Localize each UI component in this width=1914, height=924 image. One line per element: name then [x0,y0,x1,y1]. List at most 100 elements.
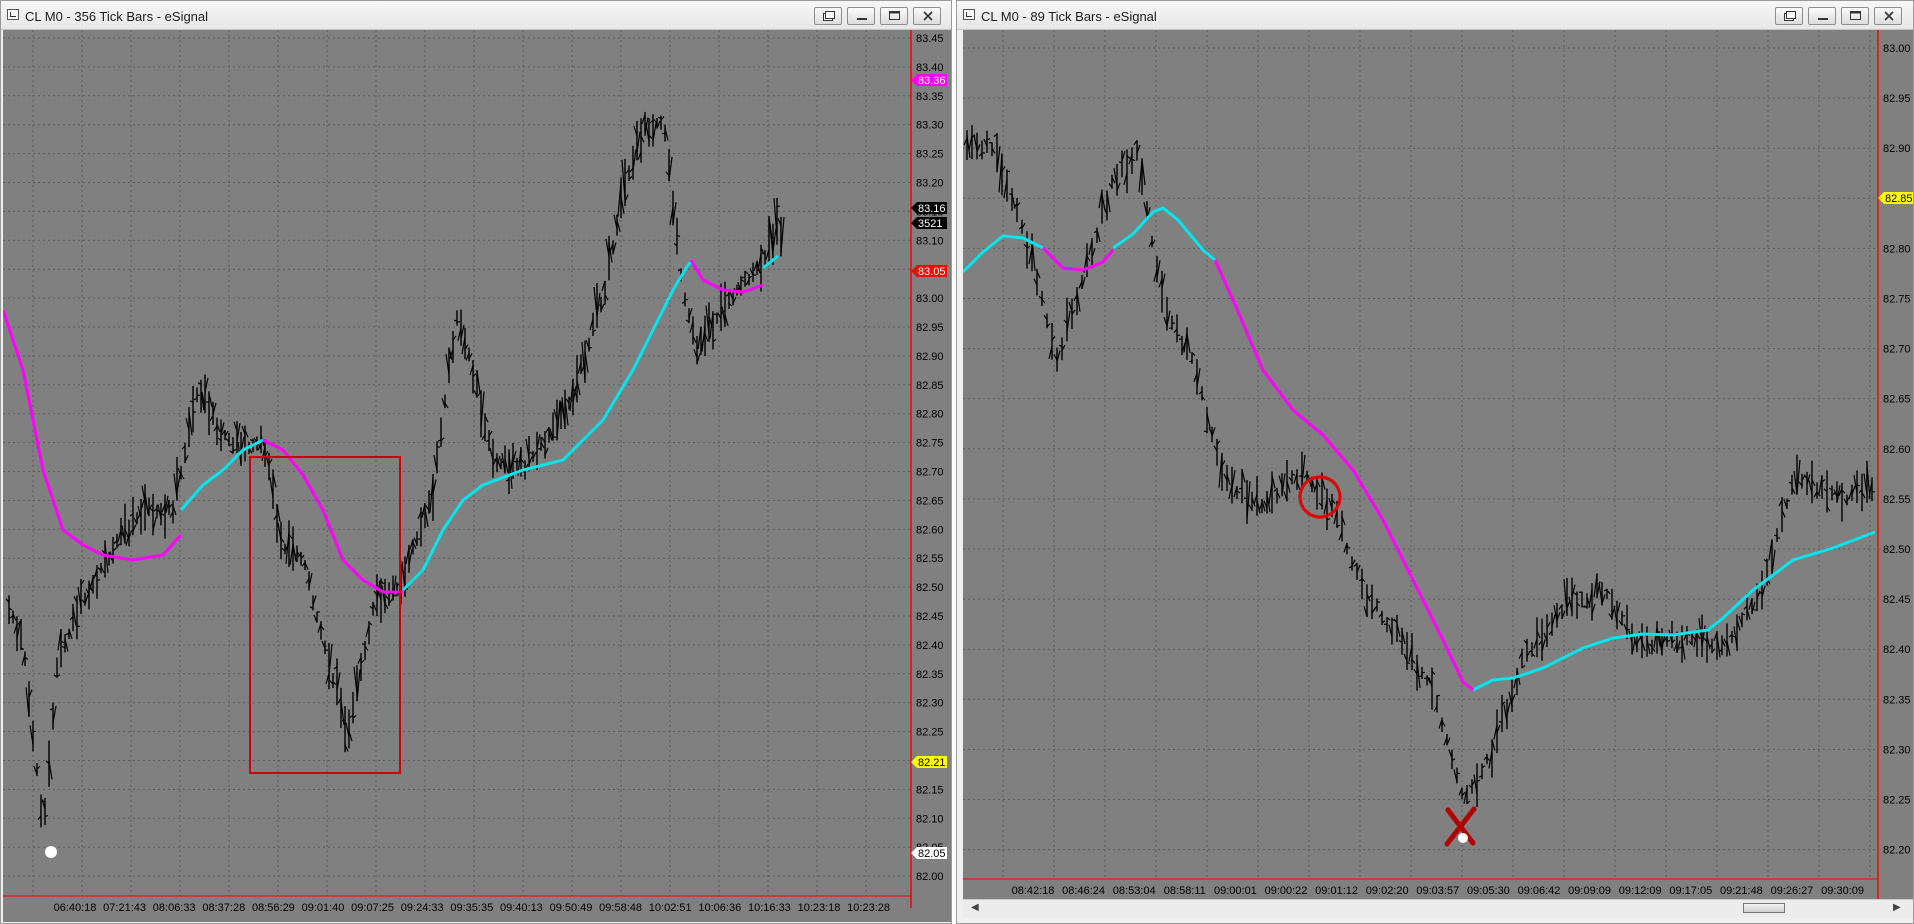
time-tick-label: 06:40:18 [54,902,97,914]
time-tick-label: 09:01:40 [302,902,345,914]
minimize-icon[interactable] [1808,7,1836,25]
time-tick-label: 08:58:11 [1164,885,1206,897]
right-titlebar[interactable]: CL M0 - 89 Tick Bars - eSignal [957,1,1913,30]
price-tick-label: 82.55 [916,553,944,565]
svg-text:82.21: 82.21 [918,757,946,769]
price-tick-label: 82.45 [1883,594,1911,606]
time-tick-label: 09:21:48 [1720,885,1763,897]
time-tick-label: 08:42:18 [1012,885,1055,897]
price-tick-label: 82.50 [916,582,944,594]
price-tick-label: 82.55 [1883,494,1911,506]
time-tick-label: 08:37:28 [202,902,245,914]
svg-text:82.85: 82.85 [1885,193,1913,205]
price-tick-label: 82.60 [916,524,944,536]
price-flag: 82.05 [911,847,947,860]
svg-text:83.36: 83.36 [918,75,946,87]
price-tick-label: 82.30 [1883,744,1911,756]
price-tick-label: 83.35 [916,91,944,103]
price-tick-label: 82.25 [1883,795,1911,807]
left-chart-window: CL M0 - 356 Tick Bars - eSignal 83.45 83.… [0,0,952,924]
time-tick-label: 09:26:27 [1771,885,1814,897]
price-tick-label: 83.25 [916,149,944,161]
time-tick-label: 09:40:13 [500,902,543,914]
price-tick-label: 82.30 [916,698,944,710]
low-marker [1458,833,1468,843]
time-tick-label: 09:58:48 [599,902,642,914]
price-tick-label: 82.95 [1883,93,1911,105]
price-tick-label: 82.65 [916,495,944,507]
maximize-icon[interactable] [880,7,908,25]
price-tick-label: 82.10 [916,813,944,825]
app-icon [7,9,19,20]
price-tick-label: 83.00 [916,293,944,305]
time-tick-label: 10:23:18 [798,902,841,914]
time-tick-label: 09:00:01 [1214,885,1257,897]
price-tick-label: 82.40 [916,640,944,652]
scroll-left-icon[interactable]: ◀ [971,902,979,913]
svg-text:3521: 3521 [918,218,942,230]
price-flag: 83.05 [911,265,947,278]
close-icon[interactable] [913,7,941,25]
price-tick-label: 82.60 [1883,444,1911,456]
time-tick-label: 09:00:22 [1265,885,1308,897]
price-tick-label: 83.10 [916,235,944,247]
time-tick-label: 07:21:43 [103,902,146,914]
price-flag: 82.21 [911,756,947,769]
time-tick-label: 10:02:51 [649,902,692,914]
restore-icon[interactable] [814,7,842,25]
price-tick-label: 82.75 [1883,294,1911,306]
price-flag: 3521 [911,217,947,230]
time-tick-label: 09:09:09 [1568,885,1611,897]
price-tick-label: 82.50 [1883,544,1911,556]
price-tick-label: 82.65 [1883,394,1911,406]
time-tick-label: 09:24:33 [401,902,444,914]
time-tick-label: 08:53:04 [1113,885,1156,897]
low-marker [45,846,57,858]
price-tick-label: 82.90 [916,351,944,363]
svg-text:82.05: 82.05 [918,848,946,860]
scroll-thumb[interactable] [1743,903,1785,913]
maximize-icon[interactable] [1841,7,1869,25]
time-tick-label: 09:30:09 [1821,885,1864,897]
price-tick-label: 82.35 [1883,694,1911,706]
window-title: CL M0 - 356 Tick Bars - eSignal [25,9,209,24]
price-tick-label: 83.20 [916,178,944,190]
price-tick-label: 82.90 [1883,143,1911,155]
price-tick-label: 83.30 [916,120,944,132]
price-tick-label: 82.20 [1883,845,1911,857]
minimize-icon[interactable] [847,7,875,25]
price-tick-label: 82.45 [916,611,944,623]
left-titlebar[interactable]: CL M0 - 356 Tick Bars - eSignal [1,1,951,30]
scroll-right-icon[interactable]: ▶ [1893,902,1901,913]
price-tick-label: 82.80 [1883,243,1911,255]
time-tick-label: 09:50:49 [550,902,593,914]
time-tick-label: 10:06:36 [698,902,741,914]
price-tick-label: 82.70 [1883,344,1911,356]
time-tick-label: 09:01:12 [1315,885,1358,897]
right-price-chart[interactable]: 83.00 82.95 82.90 82.85 82.80 82.75 82.70 82.65… [963,30,1913,899]
price-tick-label: 82.40 [1883,644,1911,656]
price-tick-label: 83.45 [916,33,944,45]
price-tick-label: 82.70 [916,467,944,479]
app-icon [963,9,975,20]
time-tick-label: 09:17:05 [1669,885,1712,897]
price-tick-label: 83.40 [916,62,944,74]
price-flag: 82.85 [1878,192,1913,205]
time-tick-label: 09:35:35 [450,902,493,914]
horizontal-scrollbar[interactable]: ◀ ▶ [963,899,1913,918]
time-tick-label: 09:03:57 [1416,885,1459,897]
price-tick-label: 82.80 [916,409,944,421]
time-tick-label: 08:06:33 [153,902,196,914]
time-tick-label: 10:23:28 [847,902,890,914]
price-tick-label: 82.25 [916,727,944,739]
restore-icon[interactable] [1775,7,1803,25]
svg-text:83.05: 83.05 [918,266,946,278]
time-tick-label: 09:05:30 [1467,885,1510,897]
time-tick-label: 09:12:09 [1619,885,1662,897]
close-icon[interactable] [1874,7,1902,25]
svg-text:83.16: 83.16 [918,203,946,215]
price-tick-label: 82.00 [916,871,944,883]
time-tick-label: 09:02:20 [1366,885,1409,897]
price-flag: 83.16 [911,202,947,215]
left-price-chart[interactable]: 83.4583.4083.3583.3083.2583.2083.1583.10… [3,30,951,922]
